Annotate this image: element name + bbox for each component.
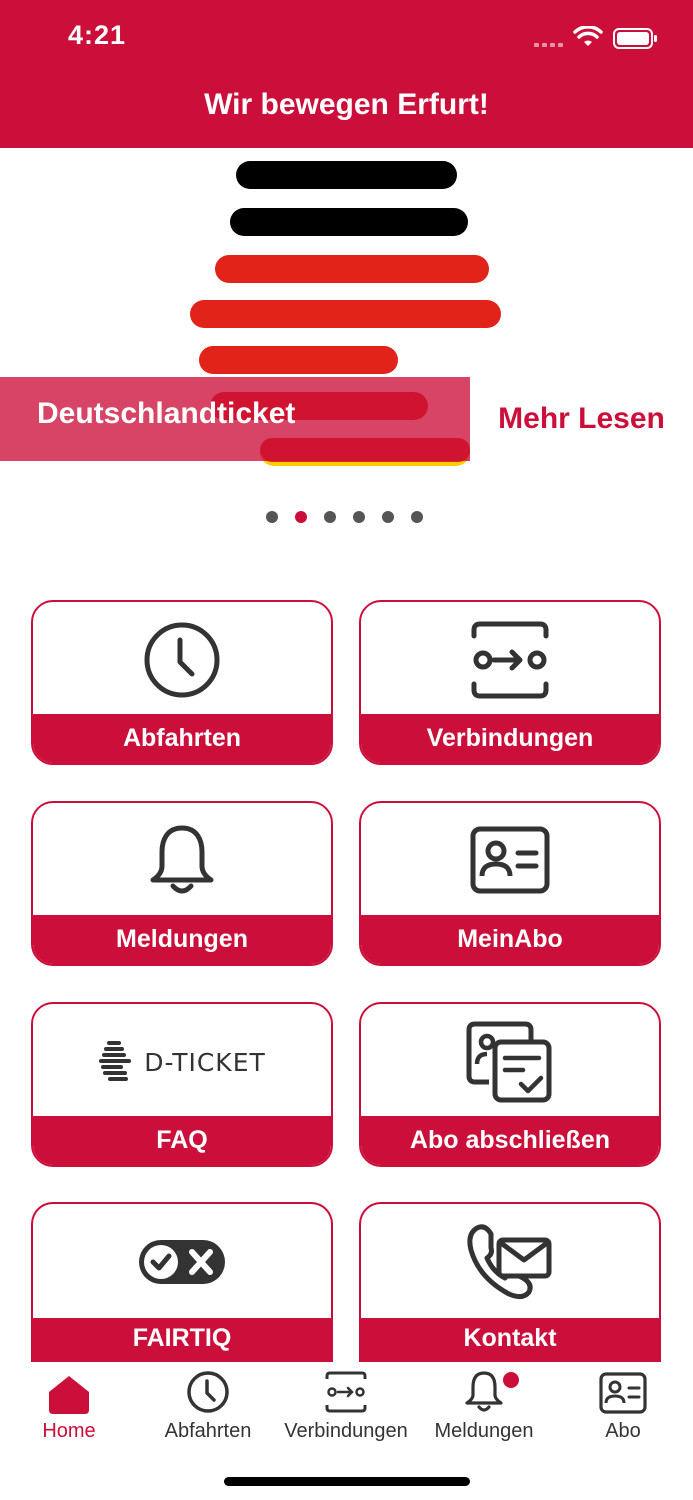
route-icon [325,1371,367,1413]
bell-icon [150,825,214,894]
tile-faq[interactable]: D-TICKET FAQ [31,1002,333,1167]
tile-abo-abschliessen[interactable]: Abo abschließen [359,1002,661,1167]
clock-icon [144,622,220,698]
bell-icon [465,1371,503,1412]
route-icon [471,621,549,699]
tile-meinabo[interactable]: MeinAbo [359,801,661,966]
tile-label: Verbindungen [361,714,659,763]
status-time: 4:21 [68,20,127,50]
documents-check-icon [466,1021,552,1103]
page-dot-active[interactable] [295,511,307,523]
tab-label: Abfahrten [164,1420,252,1442]
battery-icon [613,28,657,49]
tile-kontakt[interactable]: Kontakt [359,1202,661,1362]
phone-mail-icon [467,1224,552,1300]
page-title: Wir bewegen Erfurt! [204,88,489,121]
tile-label: Abo abschließen [361,1116,659,1165]
notification-badge [503,1372,519,1388]
page-dot[interactable] [266,511,278,523]
page-dot[interactable] [324,511,336,523]
page-dot[interactable] [411,511,423,523]
tile-fairtiq[interactable]: FAIRTIQ [31,1202,333,1362]
tab-label: Meldungen [434,1420,534,1442]
tile-label: Kontakt [361,1318,659,1362]
clock-icon [187,1371,229,1413]
status-bar: 4:21 [0,0,693,75]
check-cross-toggle-icon [139,1240,225,1284]
tile-label: Meldungen [33,915,331,964]
tab-abfahrten[interactable]: Abfahrten [139,1362,277,1446]
tile-verbindungen[interactable]: Verbindungen [359,600,661,765]
id-card-icon [470,826,550,894]
tab-label: Abo [605,1420,641,1442]
tile-abfahrten[interactable]: Abfahrten [31,600,333,765]
app-header: Wir bewegen Erfurt! [0,75,693,148]
wifi-icon [573,26,603,46]
tile-label: Abfahrten [33,714,331,763]
home-indicator[interactable] [224,1477,470,1486]
d-ticket-logo [99,1041,132,1081]
tab-label: Home [42,1420,96,1442]
tile-meldungen[interactable]: Meldungen [31,801,333,966]
tab-verbindungen[interactable]: Verbindungen [277,1362,415,1446]
signal-icon [534,43,563,47]
tab-abo[interactable]: Abo [554,1362,692,1446]
carousel-banner-title[interactable]: Deutschlandticket [0,377,470,461]
tab-label: Verbindungen [284,1420,408,1442]
home-icon [49,1376,89,1414]
carousel-pagination[interactable] [266,511,423,523]
d-ticket-logo-text: D-TICKET [144,1047,266,1077]
page-dot[interactable] [382,511,394,523]
page-dot[interactable] [353,511,365,523]
tab-home[interactable]: Home [0,1362,138,1446]
tile-label: MeinAbo [361,915,659,964]
tab-meldungen[interactable]: Meldungen [415,1362,553,1446]
tile-label: FAIRTIQ [33,1318,331,1362]
more-link[interactable]: Mehr Lesen [470,377,693,461]
tile-label: FAQ [33,1116,331,1165]
id-card-icon [599,1372,647,1414]
